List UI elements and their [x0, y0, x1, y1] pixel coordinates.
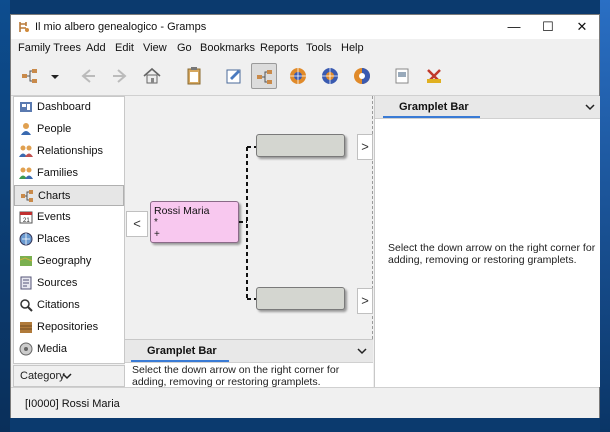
sources-icon [20, 276, 32, 290]
places-icon [19, 232, 33, 246]
minimize-button[interactable]: — [497, 15, 531, 39]
sidebar-item-families[interactable]: Families [14, 163, 124, 184]
gramplet-help-text: Select the down arrow on the right corne… [132, 364, 340, 388]
navigator-sidebar: Dashboard People Relationships Families … [13, 96, 125, 364]
sidebar-item-label: Charts [38, 190, 71, 202]
sidebar-item-label: Places [37, 233, 71, 245]
maximize-button[interactable]: ☐ [531, 15, 565, 39]
sidebar-item-dashboard[interactable]: Dashboard [14, 97, 124, 118]
events-icon: 21 [19, 211, 33, 224]
sidebar-item-media[interactable]: Media [14, 339, 124, 360]
nav-right-arrow-father[interactable]: > [357, 134, 373, 160]
menu-add[interactable]: Add [86, 42, 106, 54]
person-box-main[interactable]: Rossi Maria * + [150, 201, 239, 243]
desktop-background-left [0, 0, 10, 432]
charts-icon [21, 190, 33, 202]
toolbar [11, 57, 599, 96]
menu-reports[interactable]: Reports [260, 42, 299, 54]
citations-icon [20, 299, 33, 312]
person-box-father-empty[interactable] [256, 134, 345, 157]
relationships-icon [19, 145, 33, 157]
gramplet-help-text: Select the down arrow on the right corne… [388, 242, 596, 266]
media-icon [19, 342, 33, 356]
tools-icon[interactable] [421, 63, 447, 89]
close-button[interactable]: ✕ [565, 15, 599, 39]
sidebar-item-repositories[interactable]: Repositories [14, 317, 124, 338]
families-icon [19, 167, 33, 179]
sidebar-item-label: Sources [37, 277, 78, 289]
nav-right-arrow-mother[interactable]: > [357, 288, 373, 314]
status-bar: [I0000] Rossi Maria [11, 387, 599, 418]
sidebar-item-events[interactable]: 21 Events [14, 207, 124, 228]
title-bar: Il mio albero genealogico - Gramps — ☐ ✕ [11, 15, 599, 39]
sidebar-item-label: Relationships [37, 145, 104, 157]
category-button[interactable]: Category [13, 365, 125, 387]
menu-tools[interactable]: Tools [306, 42, 332, 54]
chevron-down-icon[interactable] [357, 347, 367, 355]
person-birth: * [154, 217, 158, 228]
forward-icon[interactable] [107, 63, 133, 89]
home-icon[interactable] [139, 63, 165, 89]
dropdown-icon[interactable] [47, 63, 61, 89]
sidebar-item-label: Repositories [37, 321, 99, 333]
sidebar-item-people[interactable]: People [14, 119, 124, 140]
tab-underline [383, 116, 480, 118]
pedigree-icon[interactable] [251, 63, 277, 89]
menu-help[interactable]: Help [341, 42, 364, 54]
clipboard-icon[interactable] [181, 63, 207, 89]
pedigree-chart-area[interactable]: < Rossi Maria * + > > [125, 96, 373, 339]
sidebar-item-citations[interactable]: Citations [14, 295, 124, 316]
tree-view-icon[interactable] [17, 63, 43, 89]
fan-2way-icon[interactable] [349, 63, 375, 89]
chevron-down-icon [62, 373, 72, 380]
sidebar-item-geography[interactable]: Geography [14, 251, 124, 272]
person-box-mother-empty[interactable] [256, 287, 345, 310]
svg-text:21: 21 [23, 218, 30, 224]
fan-chart-icon[interactable] [285, 63, 311, 89]
menu-family-trees[interactable]: Family Trees [18, 42, 81, 54]
category-label: Category [20, 370, 65, 382]
gramplet-header: Gramplet Bar [375, 96, 600, 119]
sidebar-item-label: Dashboard [37, 101, 91, 113]
app-window: Il mio albero genealogico - Gramps — ☐ ✕… [10, 14, 600, 418]
sidebar-item-label: Media [37, 343, 67, 355]
report-icon[interactable] [389, 63, 415, 89]
sidebar-item-relationships[interactable]: Relationships [14, 141, 124, 162]
people-icon [21, 123, 31, 135]
sidebar-item-sources[interactable]: Sources [14, 273, 124, 294]
menu-edit[interactable]: Edit [115, 42, 134, 54]
tab-underline [131, 360, 229, 362]
nav-left-arrow[interactable]: < [126, 211, 148, 237]
person-name: Rossi Maria [154, 205, 210, 217]
sidebar-item-label: Geography [37, 255, 92, 267]
status-text: [I0000] Rossi Maria [25, 398, 120, 410]
sidebar-item-label: Events [37, 211, 71, 223]
sidebar-item-label: People [37, 123, 72, 135]
bottom-gramplet-bar: Gramplet Bar Select the down arrow on th… [125, 339, 373, 388]
gramps-app-icon [19, 22, 29, 32]
gramplet-header: Gramplet Bar [125, 340, 373, 363]
menu-bar: Family Trees Add Edit View Go Bookmarks … [11, 39, 599, 57]
dashboard-icon [20, 102, 32, 112]
chevron-down-icon[interactable] [585, 103, 595, 111]
menu-view[interactable]: View [143, 42, 167, 54]
sidebar-item-places[interactable]: Places [14, 229, 124, 250]
sidebar-item-label: Families [37, 167, 78, 179]
sidebar-item-label: Citations [37, 299, 80, 311]
geography-icon [19, 256, 33, 266]
person-death: + [154, 229, 160, 240]
menu-bookmarks[interactable]: Bookmarks [200, 42, 255, 54]
descendant-fan-icon[interactable] [317, 63, 343, 89]
gramplet-tab[interactable]: Gramplet Bar [147, 345, 217, 357]
menu-go[interactable]: Go [177, 42, 192, 54]
sidebar-item-charts[interactable]: Charts [14, 185, 124, 206]
back-icon[interactable] [75, 63, 101, 89]
desktop-background-right [600, 0, 610, 432]
gramplet-tab[interactable]: Gramplet Bar [399, 101, 469, 113]
window-title: Il mio albero genealogico - Gramps [35, 21, 207, 33]
right-gramplet-bar: Gramplet Bar Select the down arrow on th… [374, 96, 600, 387]
repositories-icon [20, 322, 32, 333]
edit-icon[interactable] [221, 63, 247, 89]
